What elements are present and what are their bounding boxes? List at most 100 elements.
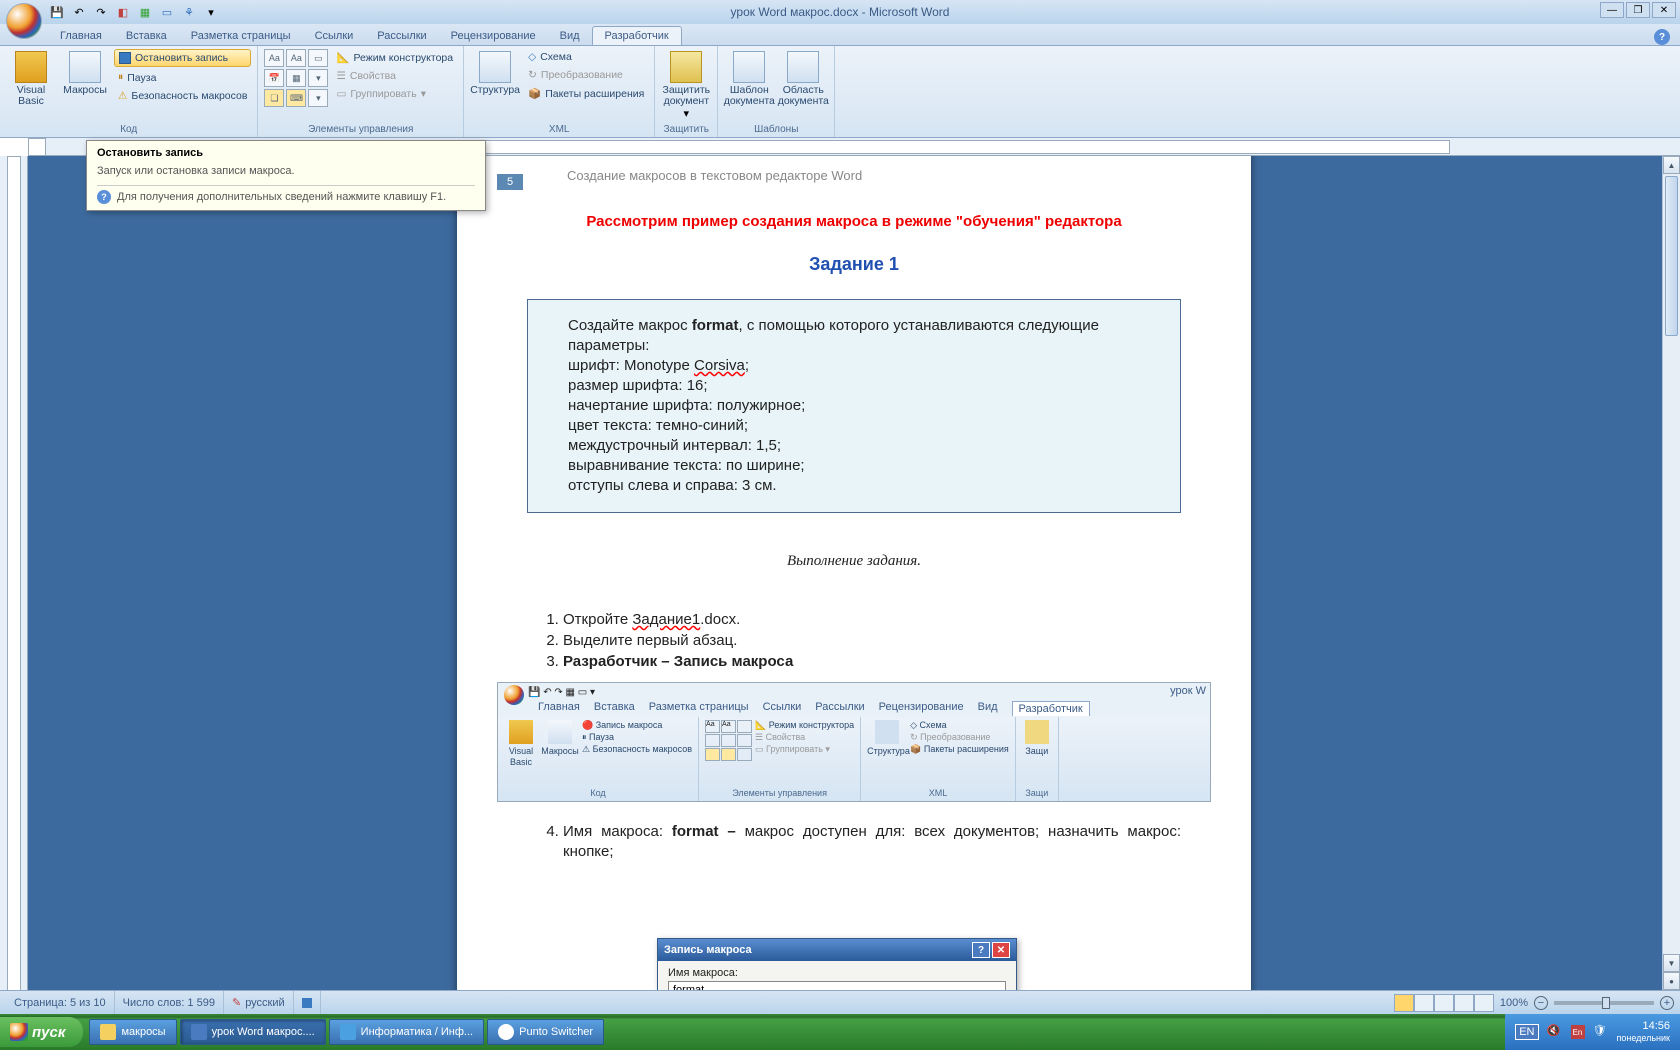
group-button[interactable]: ▭Группировать ▾ [332,86,457,102]
stop-record-button[interactable]: Остановить запись [114,49,251,67]
tray-icon[interactable]: 🛡 [1593,1024,1609,1040]
tooltip-description: Запуск или остановка записи макроса. [97,165,475,177]
status-page[interactable]: Страница: 5 из 10 [6,991,115,1014]
tray-icon[interactable]: En [1571,1025,1585,1039]
start-button[interactable]: пуск [0,1017,83,1047]
taskbar-item[interactable]: урок Word макрос.... [180,1019,326,1045]
ribbon-group-code: Visual Basic Макросы Остановить запись ⏸… [0,46,258,137]
ribbon-group-controls: AaAa▭ 📅▦▾ ❏⌨▾ 📐Режим конструктора ☰Свойс… [258,46,464,137]
expansion-button[interactable]: 📦Пакеты расширения [524,85,648,102]
tray-lang[interactable]: EN [1515,1024,1538,1040]
system-tray: EN 🔇 En 🛡 14:56понедельник [1505,1014,1680,1050]
scroll-thumb[interactable] [1665,176,1678,336]
zoom-out-button[interactable]: − [1534,996,1548,1010]
undo-icon[interactable]: ↶ [70,3,88,21]
doc-red-line: Рассмотрим пример создания макроса в реж… [527,213,1181,230]
browse-object-button[interactable]: ● [1663,972,1680,990]
visual-basic-button[interactable]: Visual Basic [6,49,56,109]
taskbar-item[interactable]: Punto Switcher [487,1019,604,1045]
view-buttons[interactable] [1394,994,1494,1012]
doc-template-button[interactable]: Шаблон документа [724,49,774,109]
group-label: Защитить [661,122,711,135]
taskbar: пуск макросы урок Word макрос.... Информ… [0,1014,1680,1050]
quick-access-toolbar: 💾 ↶ ↷ ◧ ▦ ▭ ⚘ ▾ [48,3,220,21]
pause-button[interactable]: ⏸Пауза [114,69,251,86]
ribbon: Visual Basic Макросы Остановить запись ⏸… [0,46,1680,138]
tab-home[interactable]: Главная [48,27,114,45]
help-icon: ? [97,190,111,204]
zoom-in-button[interactable]: + [1660,996,1674,1010]
qat-icon[interactable]: ▭ [158,3,176,21]
dialog-close-button[interactable]: ✕ [992,942,1010,958]
tooltip-help: Для получения дополнительных сведений на… [117,191,446,203]
document-page[interactable]: 5 Создание макросов в текстовом редактор… [457,156,1251,1026]
maximize-button[interactable]: ❐ [1626,2,1650,18]
status-macro-recording[interactable] [294,991,321,1014]
doc-steps-list-cont: Имя макроса: format – макрос доступен дл… [563,822,1181,862]
tab-view[interactable]: Вид [548,27,592,45]
dialog-title: Запись макроса [664,944,752,956]
embedded-screenshot: 💾 ↶ ↷ ▦ ▭ ▾ урок W ГлавнаяВставкаРазметк… [497,682,1211,802]
qat-more-icon[interactable]: ▾ [202,3,220,21]
tooltip: Остановить запись Запуск или остановка з… [86,140,486,211]
group-label: XML [470,122,648,135]
ruler-vertical[interactable] [0,156,28,1026]
controls-gallery[interactable]: AaAa▭ 📅▦▾ ❏⌨▾ [264,49,328,107]
ribbon-group-xml: Структура ◇Схема ↻Преобразование 📦Пакеты… [464,46,655,137]
ribbon-tabs: Главная Вставка Разметка страницы Ссылки… [0,24,1680,46]
page-number: 5 [497,174,523,190]
title-bar: 💾 ↶ ↷ ◧ ▦ ▭ ⚘ ▾ урок Word макрос.docx - … [0,0,1680,24]
office-button[interactable] [6,3,42,39]
tab-references[interactable]: Ссылки [303,27,366,45]
tab-selector[interactable] [28,138,46,156]
close-button[interactable]: ✕ [1652,2,1676,18]
qat-icon[interactable]: ⚘ [180,3,198,21]
dialog-help-button[interactable]: ? [972,942,990,958]
scroll-down-button[interactable]: ▼ [1663,954,1680,972]
properties-button[interactable]: ☰Свойства [332,68,457,84]
status-words[interactable]: Число слов: 1 599 [115,991,224,1014]
tab-mailings[interactable]: Рассылки [365,27,438,45]
group-label: Код [6,122,251,135]
document-area: 5 Создание макросов в текстовом редактор… [0,156,1680,1026]
doc-exec-label: Выполнение задания. [527,553,1181,570]
tray-clock[interactable]: 14:56понедельник [1617,1020,1671,1044]
macros-button[interactable]: Макросы [60,49,110,98]
status-language[interactable]: ✎ русский [224,991,294,1014]
status-bar: Страница: 5 из 10 Число слов: 1 599 ✎ ру… [0,990,1680,1014]
vertical-scrollbar[interactable]: ▲ ▼ ● ⬘ ⬙ [1662,156,1680,1026]
dialog-name-label: Имя макроса: [668,967,1006,979]
redo-icon[interactable]: ↷ [92,3,110,21]
minimize-button[interactable]: — [1600,2,1624,18]
macro-security-button[interactable]: ⚠Безопасность макросов [114,88,251,104]
design-mode-button[interactable]: 📐Режим конструктора [332,49,457,66]
schema-button[interactable]: ◇Схема [524,49,648,65]
tray-icon[interactable]: 🔇 [1547,1024,1563,1040]
group-label: Шаблоны [724,122,828,135]
qat-icon[interactable]: ◧ [114,3,132,21]
doc-header: Создание макросов в текстовом редакторе … [567,168,1181,183]
scroll-up-button[interactable]: ▲ [1663,156,1680,174]
window-title: урок Word макрос.docx - Microsoft Word [731,5,950,19]
save-icon[interactable]: 💾 [48,3,66,21]
tab-insert[interactable]: Вставка [114,27,179,45]
taskbar-item[interactable]: макросы [89,1019,176,1045]
doc-task-box: Создайте макрос format, с помощью которо… [527,299,1181,513]
tab-layout[interactable]: Разметка страницы [179,27,303,45]
ribbon-group-protect: Защитить документ ▾ Защитить [655,46,718,137]
zoom-level[interactable]: 100% [1500,997,1528,1009]
qat-icon[interactable]: ▦ [136,3,154,21]
group-label: Элементы управления [264,122,457,135]
tab-review[interactable]: Рецензирование [439,27,548,45]
doc-region-button[interactable]: Область документа [778,49,828,109]
transform-button[interactable]: ↻Преобразование [524,67,648,83]
tooltip-title: Остановить запись [97,147,475,159]
protect-document-button[interactable]: Защитить документ ▾ [661,49,711,122]
zoom-slider[interactable] [1554,1001,1654,1005]
structure-button[interactable]: Структура [470,49,520,98]
help-icon[interactable]: ? [1654,29,1670,45]
doc-task-title: Задание 1 [527,254,1181,275]
ribbon-group-templates: Шаблон документа Область документа Шабло… [718,46,835,137]
tab-developer[interactable]: Разработчик [592,26,682,45]
taskbar-item[interactable]: Информатика / Инф... [329,1019,484,1045]
